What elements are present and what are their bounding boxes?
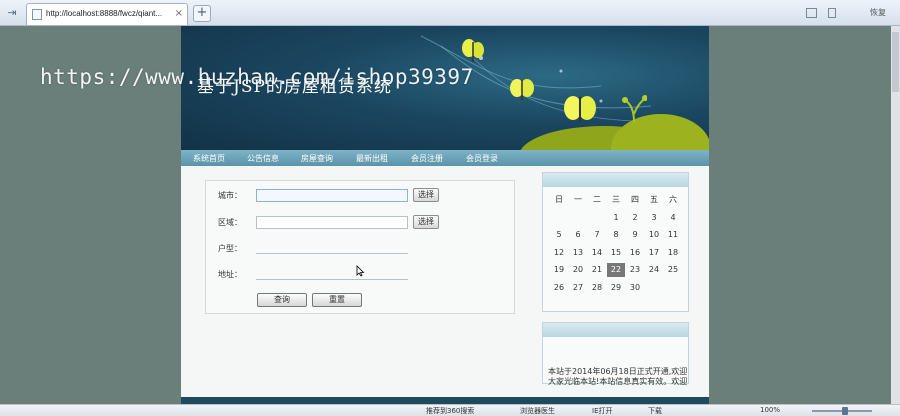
calendar-day-today[interactable]: 22: [607, 263, 625, 277]
calendar-box: 日一二三四五六 1 2 3 4 5 6 7 8 9 10 11 12 13 14 15 16 17 18 19 20 21…: [542, 172, 689, 312]
calendar-weekday: 三: [612, 195, 620, 204]
page-footer: [181, 397, 709, 404]
calendar-day[interactable]: 24: [645, 263, 663, 277]
zoom-slider-thumb[interactable]: [842, 407, 848, 415]
tab-close-icon[interactable]: ×: [175, 8, 183, 19]
calendar-day[interactable]: 10: [645, 228, 663, 242]
main-nav: 系统首页 公告信息 房屋查询 最新出租 会员注册 会员登录: [181, 150, 709, 166]
browser-status-bar: 推荐到360搜索 浏览器医生 IE打开 下载 100%: [0, 404, 900, 416]
district-input[interactable]: [256, 216, 408, 229]
address-input[interactable]: [256, 267, 408, 280]
watermark-url: https://www.huzhan.com/ishop39397: [40, 65, 474, 89]
calendar-day[interactable]: 26: [550, 281, 568, 295]
layout-input[interactable]: [256, 241, 408, 254]
calendar-weekday: 日: [555, 195, 563, 204]
calendar-weekday: 五: [650, 195, 658, 204]
address-label: 地址：: [218, 270, 242, 279]
calendar-day[interactable]: 6: [569, 228, 587, 242]
city-label: 城市：: [218, 191, 242, 200]
layout-label: 户型：: [218, 244, 242, 253]
calendar-day[interactable]: 11: [664, 228, 682, 242]
butterfly-icon: [510, 79, 534, 100]
calendar-weekday: 四: [631, 195, 639, 204]
reset-button[interactable]: 重置: [312, 293, 362, 307]
calendar-day[interactable]: 28: [588, 281, 606, 295]
nav-announcements[interactable]: 公告信息: [247, 153, 279, 164]
calendar-day[interactable]: 19: [550, 263, 568, 277]
notice-box: 本站于2014年06月18日正式开通,欢迎大家光临本站!本站信息真实有效。欢迎: [542, 322, 689, 386]
scrollbar-thumb[interactable]: [892, 32, 899, 92]
nav-register[interactable]: 会员注册: [411, 153, 443, 164]
city-select-button[interactable]: 选择: [413, 188, 439, 202]
restore-window-icon[interactable]: [806, 8, 817, 18]
calendar-day[interactable]: 23: [626, 263, 644, 277]
house-search-form: 城市： 选择 区域： 选择 户型： 地址： 查询 重置: [205, 180, 515, 314]
district-label: 区域：: [218, 218, 242, 227]
calendar-day[interactable]: 5: [550, 228, 568, 242]
new-tab-button[interactable]: +: [193, 5, 211, 22]
calendar-day[interactable]: 8: [607, 228, 625, 242]
nav-house-search[interactable]: 房屋查询: [301, 153, 333, 164]
mouse-cursor-icon: [356, 265, 365, 277]
vertical-scrollbar[interactable]: [891, 26, 900, 404]
calendar-day[interactable]: 30: [626, 281, 644, 295]
page-favicon-icon: [32, 9, 42, 20]
calendar-weekday: 二: [593, 195, 601, 204]
city-input[interactable]: [256, 189, 408, 202]
calendar-day[interactable]: 25: [664, 263, 682, 277]
calendar-day[interactable]: 3: [645, 211, 663, 225]
calendar-weekday: 一: [574, 195, 582, 204]
browser-tab[interactable]: http://localhost:8888/fwcz/qiant... ×: [26, 3, 188, 25]
calendar-day[interactable]: 27: [569, 281, 587, 295]
calendar-day[interactable]: 29: [607, 281, 625, 295]
nav-login[interactable]: 会员登录: [466, 153, 498, 164]
download-link[interactable]: 下载: [648, 406, 662, 416]
notice-text: 本站于2014年06月18日正式开通,欢迎大家光临本站!本站信息真实有效。欢迎: [548, 367, 688, 386]
calendar-day[interactable]: 18: [664, 246, 682, 260]
nav-latest-rentals[interactable]: 最新出租: [356, 153, 388, 164]
recommend-360-link[interactable]: 推荐到360搜索: [426, 406, 474, 416]
calendar-day[interactable]: 4: [664, 211, 682, 225]
browser-tab-bar: ⇥ http://localhost:8888/fwcz/qiant... × …: [0, 0, 900, 26]
tab-title: http://localhost:8888/fwcz/qiant...: [46, 9, 163, 18]
calendar-day[interactable]: 2: [626, 211, 644, 225]
plant-sprout-icon: [622, 95, 647, 122]
calendar-day[interactable]: 15: [607, 246, 625, 260]
zoom-level[interactable]: 100%: [760, 406, 780, 414]
browser-doctor-link[interactable]: 浏览器医生: [520, 406, 555, 416]
calendar-day[interactable]: 12: [550, 246, 568, 260]
calendar-day[interactable]: 16: [626, 246, 644, 260]
calendar-day[interactable]: 1: [607, 211, 625, 225]
calendar-header: [543, 173, 688, 187]
nav-home[interactable]: 系统首页: [193, 153, 225, 164]
district-select-button[interactable]: 选择: [413, 215, 439, 229]
restore-label[interactable]: 恢复: [870, 7, 886, 18]
calendar-day[interactable]: 20: [569, 263, 587, 277]
calendar-day[interactable]: 7: [588, 228, 606, 242]
butterfly-icon: [462, 39, 484, 62]
query-button[interactable]: 查询: [257, 293, 307, 307]
calendar-weekday: 六: [669, 195, 677, 204]
butterfly-icon: [564, 96, 596, 122]
sidebar-toggle-icon[interactable]: ⇥: [4, 5, 20, 21]
ie-open-link[interactable]: IE打开: [592, 406, 613, 416]
calendar-day[interactable]: 17: [645, 246, 663, 260]
notice-header: [543, 323, 688, 337]
trash-icon[interactable]: [828, 8, 836, 18]
calendar-day[interactable]: 13: [569, 246, 587, 260]
calendar-day[interactable]: 14: [588, 246, 606, 260]
calendar-day[interactable]: 9: [626, 228, 644, 242]
calendar-day[interactable]: 21: [588, 263, 606, 277]
